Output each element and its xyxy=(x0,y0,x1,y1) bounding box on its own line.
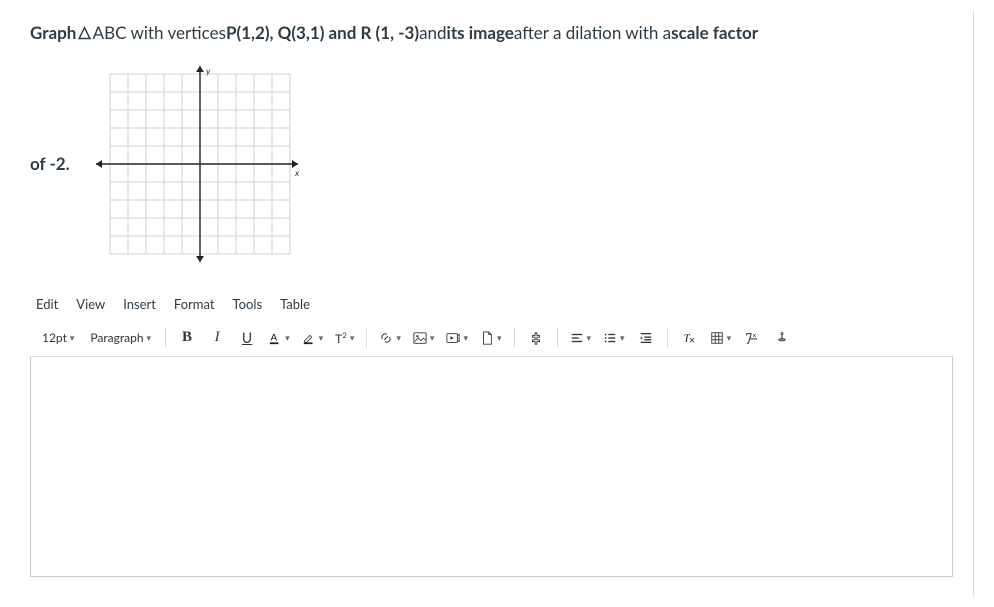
indent-icon xyxy=(639,331,653,345)
chevron-down-icon: ▾ xyxy=(70,332,75,344)
chevron-down-icon: ▾ xyxy=(497,332,502,344)
image-button[interactable]: ▾ xyxy=(409,324,439,352)
y-axis-label: y xyxy=(206,65,211,76)
text-color-icon: A xyxy=(268,331,282,345)
chevron-down-icon: ▾ xyxy=(285,332,290,344)
link-icon xyxy=(379,331,393,345)
chevron-down-icon: ▾ xyxy=(587,332,592,344)
chevron-down-icon: ▾ xyxy=(727,332,732,344)
menu-format[interactable]: Format xyxy=(174,296,215,312)
chevron-down-icon: ▾ xyxy=(620,332,625,344)
apps-button[interactable] xyxy=(523,324,549,352)
chevron-down-icon: ▾ xyxy=(147,332,152,344)
equation-button[interactable]: x xyxy=(739,324,765,352)
highlight-icon xyxy=(302,331,316,345)
prompt-part-after: after a dilation with a xyxy=(514,20,671,46)
prompt-part-vertices: P(1,2), Q(3,1) and R (1, -3) xyxy=(226,20,419,46)
highlight-button[interactable]: ▾ xyxy=(298,324,328,352)
prompt-part-abc: ABC with vertices xyxy=(93,20,226,46)
editor-textarea[interactable] xyxy=(30,357,953,577)
superscript-icon: T2 xyxy=(335,330,347,346)
italic-icon: I xyxy=(215,329,220,346)
prompt-part-and: and xyxy=(419,20,446,46)
separator xyxy=(667,328,668,348)
fontsize-label: 12pt xyxy=(42,330,67,345)
svg-text:A: A xyxy=(271,332,278,343)
equation-icon: x xyxy=(745,331,759,345)
svg-text:x: x xyxy=(753,332,756,339)
of-label: of -2. xyxy=(30,153,70,174)
italic-button[interactable]: I xyxy=(204,324,230,352)
embed-button[interactable] xyxy=(769,324,795,352)
table-button[interactable]: ▾ xyxy=(706,324,736,352)
chevron-down-icon: ▾ xyxy=(463,332,468,344)
prompt-line-2: of -2. xyxy=(30,64,953,264)
plugin-icon xyxy=(529,331,543,345)
editor-toolbar: 12pt▾ Paragraph▾ B I U A▾ ▾ T2▾ ▾ xyxy=(30,320,953,357)
svg-text:T: T xyxy=(683,333,690,344)
separator xyxy=(366,328,367,348)
triangle-symbol: △ xyxy=(78,21,90,45)
align-button[interactable]: ▾ xyxy=(566,324,596,352)
prompt-text: Graph △ ABC with vertices P(1,2), Q(3,1)… xyxy=(30,20,953,46)
list-icon xyxy=(603,331,617,345)
underline-icon: U xyxy=(242,329,252,346)
indent-button[interactable] xyxy=(633,324,659,352)
embed-icon xyxy=(775,331,789,345)
underline-button[interactable]: U xyxy=(234,324,260,352)
menu-view[interactable]: View xyxy=(76,296,105,312)
image-icon xyxy=(413,331,427,345)
coordinate-grid: x y xyxy=(90,64,300,264)
prompt-part-scale: scale factor xyxy=(671,20,758,46)
clear-format-icon: T xyxy=(682,331,696,345)
clearformat-button[interactable]: T xyxy=(676,324,702,352)
media-icon xyxy=(446,331,460,345)
rich-text-editor: Edit View Insert Format Tools Table 12pt… xyxy=(30,294,953,577)
menu-insert[interactable]: Insert xyxy=(123,296,156,312)
prompt-part-image: its image xyxy=(447,20,514,46)
grid-svg: x y xyxy=(90,64,300,264)
menu-tools[interactable]: Tools xyxy=(233,296,263,312)
separator xyxy=(557,328,558,348)
link-button[interactable]: ▾ xyxy=(375,324,405,352)
menu-edit[interactable]: Edit xyxy=(36,296,58,312)
document-button[interactable]: ▾ xyxy=(476,324,506,352)
question-container: Graph △ ABC with vertices P(1,2), Q(3,1)… xyxy=(20,10,974,597)
blockformat-dropdown[interactable]: Paragraph ▾ xyxy=(84,324,157,352)
chevron-down-icon: ▾ xyxy=(396,332,401,344)
media-button[interactable]: ▾ xyxy=(442,324,472,352)
prompt-part-graph: Graph xyxy=(30,20,76,46)
separator xyxy=(165,328,166,348)
align-icon xyxy=(570,331,584,345)
chevron-down-icon: ▾ xyxy=(430,332,435,344)
separator xyxy=(514,328,515,348)
document-icon xyxy=(480,331,494,345)
chevron-down-icon: ▾ xyxy=(319,332,324,344)
list-button[interactable]: ▾ xyxy=(599,324,629,352)
fontsize-dropdown[interactable]: 12pt▾ xyxy=(36,324,80,352)
table-icon xyxy=(710,331,724,345)
superscript-button[interactable]: T2▾ xyxy=(331,324,358,352)
editor-menubar: Edit View Insert Format Tools Table xyxy=(30,294,953,320)
blockformat-label: Paragraph xyxy=(90,330,143,345)
bold-icon: B xyxy=(182,329,192,346)
menu-table[interactable]: Table xyxy=(280,296,310,312)
textcolor-button[interactable]: A▾ xyxy=(264,324,294,352)
bold-button[interactable]: B xyxy=(174,324,200,352)
x-axis-label: x xyxy=(294,167,300,178)
chevron-down-icon: ▾ xyxy=(350,332,355,344)
